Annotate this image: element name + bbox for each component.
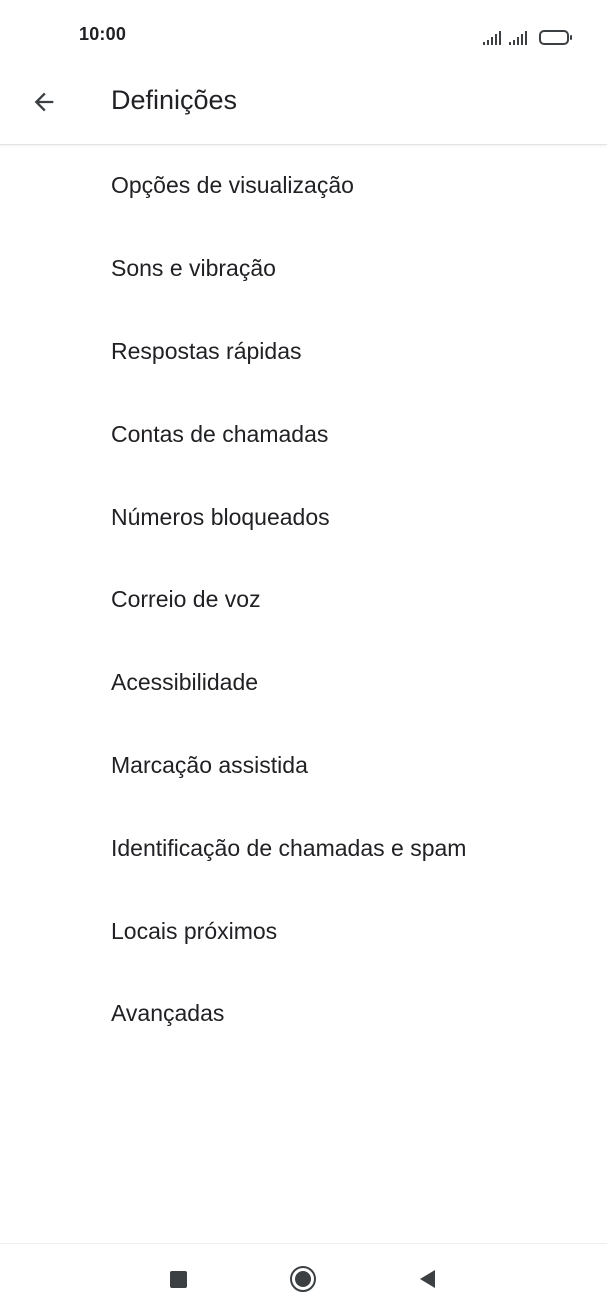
nav-back-button[interactable] [405,1257,449,1301]
status-time: 10:00 [79,24,127,44]
settings-item-label: Contas de chamadas [111,420,329,447]
settings-item-label: Identificação de chamadas e spam [111,834,467,861]
settings-item-blocked-numbers[interactable]: Números bloqueados [0,475,607,558]
battery-icon [539,30,572,45]
settings-item-sounds-vibration[interactable]: Sons e vibração [0,227,607,310]
arrow-left-icon [34,92,54,112]
settings-item-advanced[interactable]: Avançadas [0,972,607,1055]
settings-item-quick-responses[interactable]: Respostas rápidas [0,310,607,393]
settings-item-caller-id-spam[interactable]: Identificação de chamadas e spam [0,806,607,889]
settings-item-calling-accounts[interactable]: Contas de chamadas [0,392,607,475]
settings-item-assisted-dialing[interactable]: Marcação assistida [0,724,607,807]
signal-icon [509,31,527,45]
settings-item-accessibility[interactable]: Acessibilidade [0,641,607,724]
settings-item-label: Respostas rápidas [111,337,302,364]
status-icons [483,25,572,45]
page-title: Definições [111,85,238,115]
recent-apps-button[interactable] [156,1257,200,1301]
navigation-bar [0,1243,607,1316]
status-bar: 10:00 [0,0,607,70]
settings-item-label: Sons e vibração [111,255,276,282]
settings-item-label: Marcação assistida [111,751,308,778]
settings-item-label: Avançadas [111,1000,225,1027]
app-bar: Definições [0,70,607,145]
settings-item-nearby-places[interactable]: Locais próximos [0,889,607,972]
settings-item-label: Correio de voz [111,586,261,613]
settings-item-label: Locais próximos [111,917,278,944]
back-button[interactable] [24,82,64,122]
home-button[interactable] [281,1257,325,1301]
settings-item-label: Acessibilidade [111,669,259,696]
home-icon [290,1266,316,1292]
recent-apps-icon [169,1270,187,1288]
settings-item-label: Números bloqueados [111,503,330,530]
settings-item-display-options[interactable]: Opções de visualização [0,144,607,227]
settings-item-label: Opções de visualização [111,172,354,199]
settings-item-voicemail[interactable]: Correio de voz [0,558,607,641]
back-triangle-icon [420,1270,435,1288]
settings-list: Opções de visualização Sons e vibração R… [0,144,607,1055]
signal-icon [483,31,501,45]
